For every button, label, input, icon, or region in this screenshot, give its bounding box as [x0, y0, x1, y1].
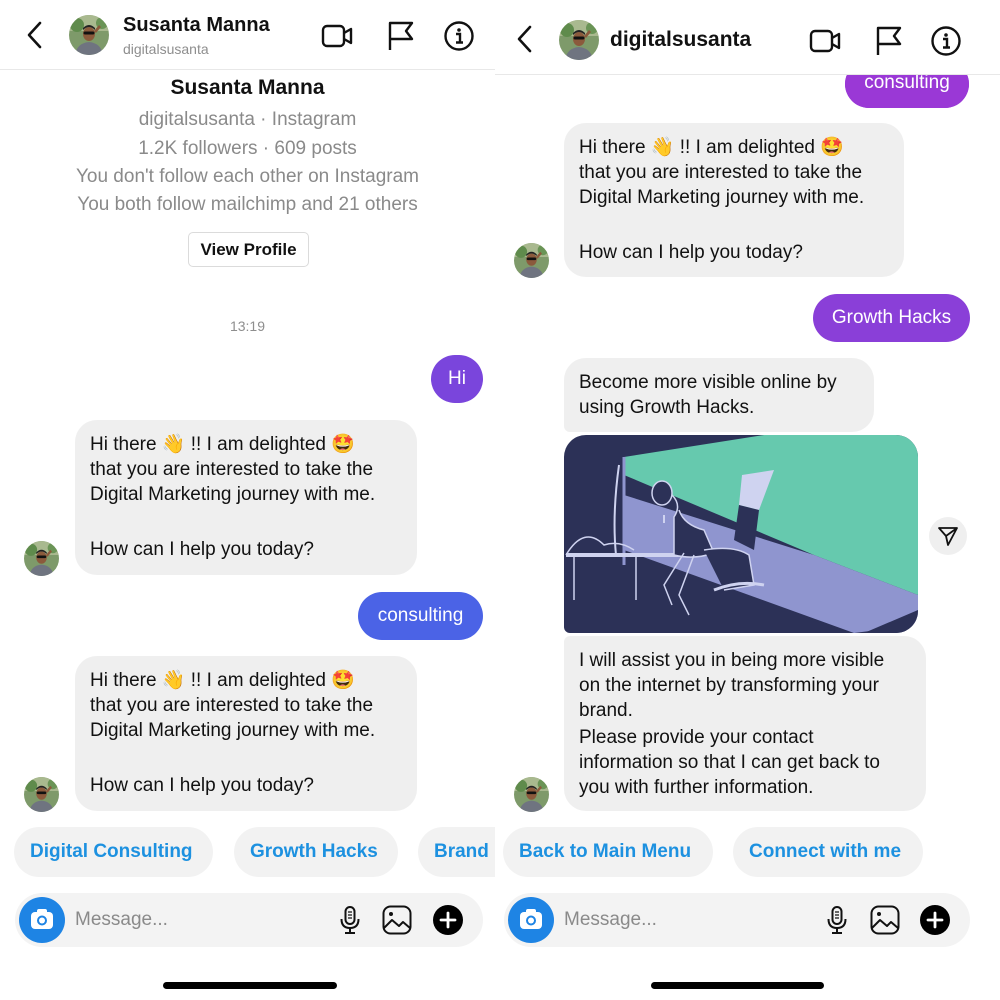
- gallery-icon[interactable]: [869, 904, 901, 936]
- message-text: that you are interested to take the: [579, 162, 863, 183]
- quick-reply-connect-with-me[interactable]: Connect with me: [733, 827, 923, 877]
- sender-avatar[interactable]: [24, 541, 59, 576]
- sent-message[interactable]: Hi: [431, 355, 483, 403]
- message-text: Please provide your contact: [579, 727, 814, 748]
- chat-header: digitalsusanta: [495, 0, 1000, 75]
- contact-username[interactable]: digitalsusanta: [610, 28, 751, 52]
- message-text: How can I help you today?: [90, 775, 314, 796]
- left-chat-screen: Susanta Manna digitalsusanta Susanta Man…: [0, 0, 495, 1000]
- info-icon[interactable]: [442, 19, 476, 53]
- message-text: How can I help you today?: [579, 242, 803, 263]
- send-arrow-icon: [938, 527, 958, 546]
- camera-button[interactable]: [19, 897, 65, 943]
- message-text: Hi there: [579, 137, 646, 158]
- gallery-icon[interactable]: [381, 904, 413, 936]
- flag-icon[interactable]: [384, 19, 418, 53]
- add-icon[interactable]: [919, 904, 951, 936]
- video-call-icon[interactable]: [320, 19, 354, 53]
- back-chevron-icon[interactable]: [22, 20, 48, 50]
- microphone-icon[interactable]: [334, 904, 366, 936]
- message-text: How can I help you today?: [90, 539, 314, 560]
- header-avatar[interactable]: [559, 20, 599, 60]
- message-input[interactable]: [564, 905, 804, 935]
- message-text: Hi there: [90, 434, 157, 455]
- profile-handle: digitalsusanta · Instagram: [138, 109, 357, 130]
- header-avatar[interactable]: [69, 15, 109, 55]
- back-chevron-icon[interactable]: [512, 24, 538, 54]
- star-struck-emoji: 🤩: [331, 670, 355, 691]
- waving-hand-emoji: 👋: [161, 670, 186, 691]
- quick-reply-digital-consulting[interactable]: Digital Consulting: [14, 827, 213, 877]
- home-indicator: [651, 982, 824, 989]
- message-text: information so that I can get back to: [579, 752, 881, 773]
- profile-stats: 1.2K followers · 609 posts: [138, 138, 357, 159]
- message-input[interactable]: [75, 905, 315, 935]
- video-call-icon[interactable]: [808, 24, 842, 58]
- contact-name[interactable]: Susanta Manna: [123, 14, 270, 37]
- sender-avatar[interactable]: [514, 243, 549, 278]
- flag-icon[interactable]: [872, 24, 906, 58]
- add-icon[interactable]: [432, 904, 464, 936]
- message-text: !! I am delighted: [190, 670, 326, 691]
- star-struck-emoji: 🤩: [331, 434, 355, 455]
- message-timestamp: 13:19: [229, 318, 266, 334]
- view-profile-button[interactable]: View Profile: [188, 232, 309, 267]
- quick-reply-brand[interactable]: Brand: [418, 827, 495, 877]
- message-text: that you are interested to take the: [90, 459, 374, 480]
- waving-hand-emoji: 👋: [650, 137, 675, 158]
- camera-icon: [31, 909, 53, 929]
- message-text: that you are interested to take the: [90, 695, 374, 716]
- message-text: !! I am delighted: [190, 434, 326, 455]
- received-message[interactable]: Hi there 👋 !! I am delighted 🤩 that you …: [75, 420, 417, 575]
- sender-avatar[interactable]: [24, 777, 59, 812]
- message-text: on the internet by transforming your: [579, 675, 879, 696]
- quick-reply-back-to-main-menu[interactable]: Back to Main Menu: [503, 827, 713, 877]
- message-composer: [15, 893, 483, 947]
- quick-reply-growth-hacks[interactable]: Growth Hacks: [234, 827, 398, 877]
- camera-button[interactable]: [508, 897, 554, 943]
- message-text: !! I am delighted: [679, 137, 815, 158]
- message-text: Become more visible online by: [579, 372, 837, 393]
- chat-header: Susanta Manna digitalsusanta: [0, 0, 495, 70]
- sent-message[interactable]: Growth Hacks: [813, 294, 970, 342]
- message-composer: [504, 893, 970, 947]
- message-text: brand.: [579, 700, 633, 721]
- microphone-icon[interactable]: [821, 904, 853, 936]
- profile-name: Susanta Manna: [170, 76, 325, 99]
- home-indicator: [163, 982, 337, 989]
- star-struck-emoji: 🤩: [820, 137, 844, 158]
- mutual-followers: You both follow mailchimp and 21 others: [77, 194, 418, 215]
- message-text: Hi there: [90, 670, 157, 691]
- waving-hand-emoji: 👋: [161, 434, 186, 455]
- share-button[interactable]: [929, 517, 967, 555]
- message-text: Digital Marketing journey with me.: [579, 187, 865, 208]
- message-text: using Growth Hacks.: [579, 397, 755, 418]
- received-message[interactable]: Hi there 👋 !! I am delighted 🤩 that you …: [75, 656, 417, 811]
- sender-avatar[interactable]: [514, 777, 549, 812]
- growth-hacks-image[interactable]: [564, 435, 918, 633]
- received-message[interactable]: Hi there 👋 !! I am delighted 🤩 that you …: [564, 123, 904, 277]
- message-text: I will assist you in being more visible: [579, 650, 885, 671]
- message-text: Digital Marketing journey with me.: [90, 484, 376, 505]
- sent-message[interactable]: consulting: [358, 592, 483, 640]
- contact-username: digitalsusanta: [123, 41, 209, 57]
- info-icon[interactable]: [929, 24, 963, 58]
- person-at-desk-illustration: [564, 435, 918, 633]
- received-message[interactable]: Become more visible online by using Grow…: [564, 358, 874, 432]
- message-text: Digital Marketing journey with me.: [90, 720, 376, 741]
- follow-status: You don't follow each other on Instagram: [75, 166, 420, 187]
- received-message[interactable]: I will assist you in being more visible …: [564, 636, 926, 811]
- camera-icon: [520, 909, 542, 929]
- message-text: you with further information.: [579, 777, 814, 798]
